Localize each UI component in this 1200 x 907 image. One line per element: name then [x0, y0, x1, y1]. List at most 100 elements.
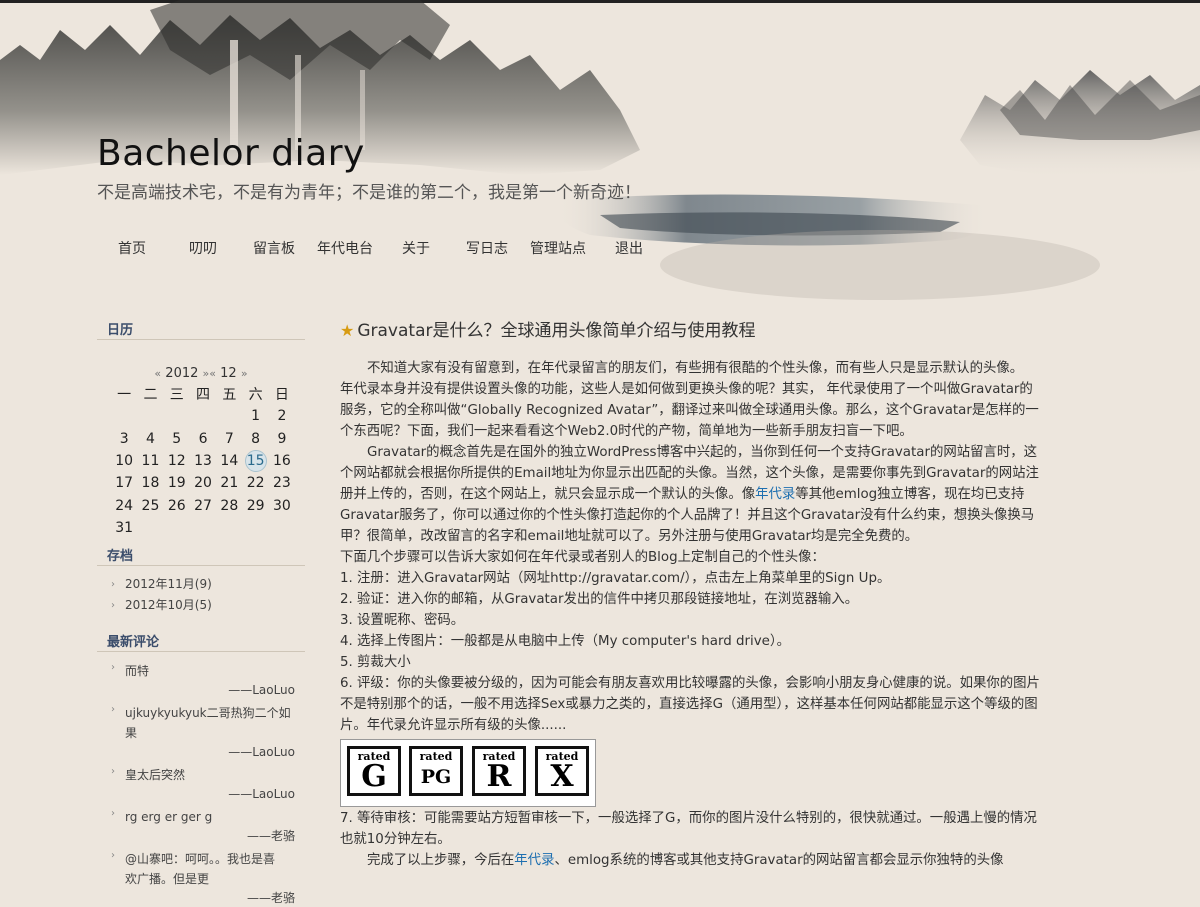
calendar-day: 28 — [216, 494, 242, 516]
calendar-empty-cell — [137, 405, 163, 427]
calendar-grid: 一 二 三 四 五 六 日 1 2 3 4 5 6 7 8 9 10 11 12 13 14 15 16 17 1… — [111, 383, 295, 539]
calendar-day: 12 — [164, 450, 190, 472]
calendar-day: 21 — [216, 472, 242, 494]
calendar-day-number: 17 — [115, 475, 134, 492]
calendar-month: 12 — [220, 366, 237, 381]
next-month-link[interactable]: » — [241, 367, 248, 380]
weekday-label: 一 — [117, 387, 132, 404]
comment-link[interactable]: ujkuykyukyuk二哥热狗二个如果 — [125, 706, 291, 740]
site-title[interactable]: Bachelor diary — [97, 133, 365, 174]
calendar-day-number: 25 — [141, 497, 160, 514]
step-item: 4. 选择上传图片：一般都是从电脑中上传（My computer's hard … — [340, 634, 790, 649]
calendar-week-row: 12 — [111, 405, 295, 427]
calendar-empty-cell — [164, 405, 190, 427]
calendar-day: 24 — [111, 494, 137, 516]
calendar-day: 11 — [137, 450, 163, 472]
calendar-day: 8 — [242, 428, 268, 450]
site-link[interactable]: 年代录 — [514, 853, 554, 868]
comment-link[interactable]: @山寨吧：呵呵。。我也是喜欢广播。但是更 — [125, 852, 275, 886]
step-item: 2. 验证：进入你的邮箱，从Gravatar发出的信件中拷贝那段链接地址，在浏览… — [340, 592, 859, 607]
calendar-day-number: 19 — [167, 475, 186, 492]
arrow-bullet-icon: › — [111, 704, 115, 715]
star-icon: ★ — [340, 321, 355, 340]
calendar-day: 6 — [190, 428, 216, 450]
calendar-day-number: 23 — [273, 475, 291, 492]
nav-logout[interactable]: 退出 — [615, 238, 643, 258]
step-item: 3. 设置昵称、密码。 — [340, 613, 465, 628]
paragraph-text: 完成了以上步骤，今后在 — [367, 853, 515, 868]
calendar-day: 16 — [269, 450, 295, 472]
calendar-day-number: 18 — [141, 475, 160, 492]
step-item: 1. 注册：进入Gravatar网站（网址http://gravatar.com… — [340, 571, 891, 586]
calendar-day: 3 — [111, 428, 137, 450]
arrow-bullet-icon: › — [111, 850, 115, 861]
calendar-day-number: 20 — [194, 475, 212, 492]
paragraph-text: 、emlog系统的博客或其他支持Gravatar的网站留言都会显示你独特的头像 — [554, 853, 1004, 868]
calendar-day-number: 16 — [273, 453, 291, 470]
site-link[interactable]: 年代录 — [755, 487, 795, 502]
post-title-text[interactable]: Gravatar是什么？全球通用头像简单介绍与使用教程 — [357, 321, 755, 341]
comment-author: ——老骆 — [246, 891, 295, 905]
post-title[interactable]: ★ Gravatar是什么？全球通用头像简单介绍与使用教程 — [340, 316, 755, 341]
comment-author: ——老骆 — [246, 829, 295, 843]
rating-code: X — [550, 759, 574, 794]
calendar-day-number: 31 — [115, 519, 134, 536]
weekday-label: 四 — [196, 387, 211, 404]
calendar-day-number: 7 — [224, 430, 234, 447]
calendar-empty-cell — [269, 517, 295, 539]
weekday-label: 三 — [169, 387, 184, 404]
nav-write-post[interactable]: 写日志 — [466, 238, 508, 258]
nav-admin[interactable]: 管理站点 — [530, 238, 586, 258]
comment-item: › rg erg er ger g ——老骆 — [111, 807, 295, 845]
calendar-day: 22 — [242, 472, 268, 494]
comment-link[interactable]: 而特 — [125, 664, 149, 678]
calendar-day-number: 10 — [115, 453, 134, 470]
prev-year-link[interactable]: « — [154, 367, 161, 380]
post-paragraph: 完成了以上步骤，今后在年代录、emlog系统的博客或其他支持Gravatar的网… — [340, 850, 1040, 871]
calendar-week-row: 3456789 — [111, 428, 295, 450]
calendar-empty-cell — [164, 517, 190, 539]
comment-link[interactable]: rg erg er ger g — [125, 810, 212, 824]
nav-guestbook[interactable]: 留言板 — [253, 238, 295, 258]
nav-home[interactable]: 首页 — [118, 238, 146, 258]
calendar-day-number: 24 — [115, 497, 134, 514]
calendar-day-number: 8 — [251, 430, 261, 447]
divider — [97, 339, 305, 340]
calendar-day: 4 — [137, 428, 163, 450]
calendar-day: 13 — [190, 450, 216, 472]
calendar-day-number: 6 — [198, 430, 208, 447]
calendar-day: 17 — [111, 472, 137, 494]
nav-radio[interactable]: 年代电台 — [317, 238, 373, 258]
calendar-day: 2 — [269, 405, 295, 427]
calendar-day: 20 — [190, 472, 216, 494]
calendar-day: 5 — [164, 428, 190, 450]
calendar-title: 日历 — [107, 323, 134, 338]
archive-link[interactable]: 2012年11月(9) — [125, 577, 212, 591]
arrow-bullet-icon: › — [111, 579, 115, 590]
arrow-bullet-icon: › — [111, 766, 115, 777]
calendar-week-row: 10 11 12 13 14 15 16 — [111, 450, 295, 473]
nav-daodao[interactable]: 叨叨 — [189, 238, 217, 258]
steps-intro: 下面几个步骤可以告诉大家如何在年代录或者别人的Blog上定制自己的个性头像： — [340, 550, 825, 565]
calendar-day: 31 — [111, 517, 137, 539]
calendar-day: 26 — [164, 494, 190, 516]
archive-title: 存档 — [107, 549, 134, 564]
comment-item: › ujkuykyukyuk二哥热狗二个如果 ——LaoLuo — [111, 703, 295, 761]
calendar-day: 10 — [111, 450, 137, 472]
weekday-label: 二 — [143, 387, 158, 404]
post-paragraph: Gravatar的概念首先是在国外的独立WordPress博客中兴起的，当你到任… — [340, 442, 1040, 547]
calendar-day-number: 21 — [220, 475, 239, 492]
site-subtitle: 不是高端技术宅，不是有为青年；不是谁的第二个，我是第一个新奇迹！ — [97, 183, 641, 203]
nav-about[interactable]: 关于 — [402, 238, 430, 258]
weekday-label: 日 — [274, 387, 289, 404]
step-item: 6. 评级：你的头像要被分级的，因为可能会有朋友喜欢用比较曝露的头像，会影响小朋… — [340, 676, 1040, 733]
rating-x-badge: rated X — [535, 746, 589, 796]
archive-link[interactable]: 2012年10月(5) — [125, 598, 212, 612]
calendar-header: « 2012 »« 12 » — [97, 366, 305, 381]
calendar-day-number: 12 — [167, 453, 186, 470]
prev-month-link[interactable]: « — [209, 367, 216, 380]
step-item: 5. 剪裁大小 — [340, 655, 411, 670]
comment-link[interactable]: 皇太后突然 — [125, 768, 185, 782]
divider — [97, 651, 305, 652]
post-body: 不知道大家有没有留意到，在年代录留言的朋友们，有些拥有很酷的个性头像，而有些人只… — [340, 358, 1040, 871]
